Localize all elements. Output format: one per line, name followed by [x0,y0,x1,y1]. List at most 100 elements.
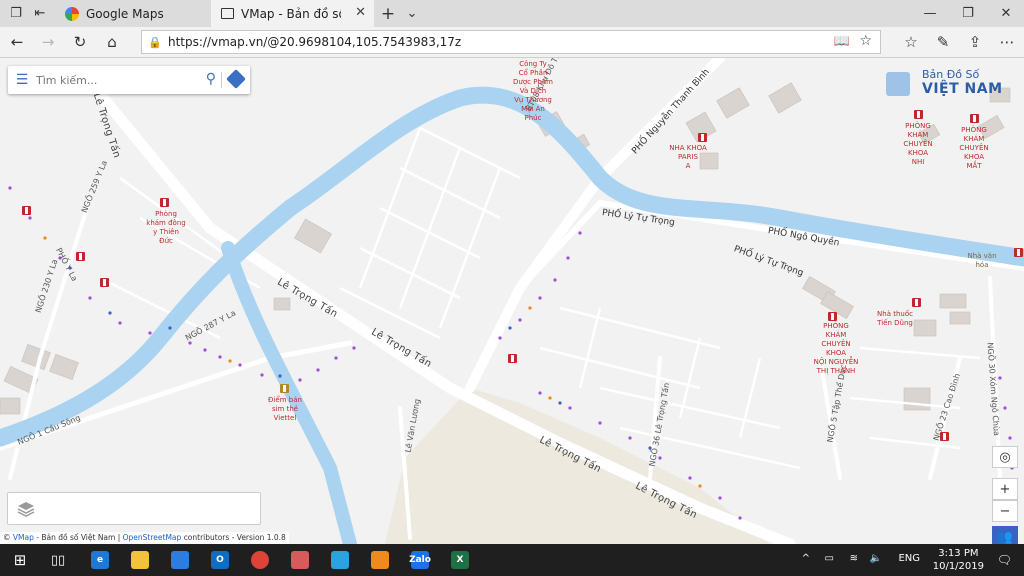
layer-switcher[interactable] [7,492,261,525]
file-explorer-icon[interactable] [128,548,152,572]
map-canvas[interactable]: Lê Trọng Tấn Lê Trọng Tấn Lê Trọng Tấn L… [0,58,1024,544]
layers-icon[interactable] [16,499,36,519]
app-orange-glyph [371,551,389,569]
menu-icon[interactable]: ☰ [8,72,36,88]
store-glyph [171,551,189,569]
poi-label[interactable]: Công Ty Cổ Phần Dược Phẩm Và Dịch Vụ Thư… [510,60,556,123]
back-icon[interactable]: ← [4,30,30,54]
poi-label[interactable]: NHA KHOA PARIS A [666,144,710,171]
reading-view-icon[interactable]: 📖 [834,34,850,49]
pen-icon[interactable]: ✎ [930,30,956,54]
vmap-link[interactable]: VMap [13,533,34,542]
store-icon[interactable] [168,548,192,572]
zalo-glyph: Zalo [409,551,431,569]
url-text: https://vmap.vn/@20.9698104,105.7543983,… [168,35,462,49]
locate-button[interactable]: ◎ [992,446,1018,468]
clinic-icon[interactable] [508,354,517,363]
clock[interactable]: 3:13 PM 10/1/2019 [933,547,984,573]
windows-taskbar: ⊞ ▯▯ e O Zalo X ^ ▭ ≋ 🔈 ENG 3:13 PM 10/1/20… [0,544,1024,576]
close-window-icon[interactable]: ✕ [988,0,1024,27]
outlook-icon[interactable]: O [208,548,232,572]
attrib-mid: - Bản đồ số Việt Nam | [36,533,121,542]
clinic-icon[interactable] [940,432,949,441]
tab-list-icon[interactable]: ⌄ [400,0,424,27]
forward-icon[interactable]: → [35,30,61,54]
refresh-icon[interactable]: ↻ [67,30,93,54]
users-icon[interactable]: 👥 [992,526,1018,544]
favorite-star-icon[interactable]: ☆ [859,33,872,49]
map-attribution: © VMap - Bản đồ số Việt Nam | OpenStreet… [0,532,289,544]
poi-label[interactable]: Điểm bán sim thẻ Viettel [262,396,308,423]
app-grid-icon[interactable] [288,548,312,572]
clinic-icon[interactable] [828,312,837,321]
poi-label[interactable]: PHÒNG KHÁM CHUYÊN KHOA NỘI NGUYỄN THỊ TH… [810,322,862,376]
tabs-aside-icon[interactable]: ⇤ [28,0,52,27]
battery-icon[interactable]: ▭ [825,553,834,564]
pharmacy-icon[interactable] [912,298,921,307]
clinic-icon[interactable] [22,206,31,215]
zoom-out-button[interactable]: − [992,500,1018,522]
restore-icon[interactable]: ❐ [950,0,986,27]
poi-label[interactable]: PHÒNG KHÁM CHUYÊN KHOA NHI [896,122,940,167]
volume-icon[interactable]: 🔈 [870,553,882,564]
share-icon[interactable]: ⇪ [962,30,988,54]
edge-icon[interactable]: e [88,548,112,572]
map-base-layer [0,58,1024,544]
excel-icon[interactable]: X [448,548,472,572]
divider [221,72,222,88]
app-orange-icon[interactable] [368,548,392,572]
clinic-icon[interactable] [1014,248,1023,257]
home-icon[interactable]: ⌂ [99,30,125,54]
vmap-logo: Bản Đồ Số VIỆT NAM [886,68,1006,102]
wifi-icon[interactable]: ≋ [850,553,858,564]
logo-line-1: Bản Đồ Số [922,68,980,81]
zalo-icon[interactable]: Zalo [408,548,432,572]
clinic-icon[interactable] [76,252,85,261]
tab-title: Google Maps [86,6,164,21]
poi-label[interactable]: Nhà thuốc Tiến Dũng [870,310,920,328]
clinic-icon[interactable] [914,110,923,119]
navigation-bar: ← → ↻ ⌂ 🔒 https://vmap.vn/@20.9698104,10… [0,27,1024,58]
app-grid-glyph [291,551,309,569]
more-icon[interactable]: ⋯ [994,30,1020,54]
clinic-icon[interactable] [100,278,109,287]
close-tab-icon[interactable]: ✕ [355,5,366,20]
chevron-up-icon[interactable]: ^ [802,553,810,564]
telegram-glyph [331,551,349,569]
clinic-icon[interactable] [970,114,979,123]
search-input[interactable] [36,73,196,87]
tab-strip: ❐ ⇤ Google Maps VMap - Bản đồ số Việt N … [0,0,1024,27]
language-indicator[interactable]: ENG [898,553,920,564]
zoom-in-button[interactable]: + [992,478,1018,500]
chrome-icon[interactable] [248,548,272,572]
attrib-suffix: contributors - Version 1.0.8 [183,533,286,542]
directions-icon[interactable] [226,69,246,89]
tab-google-maps[interactable]: Google Maps [55,0,210,27]
osm-link[interactable]: OpenStreetMap [123,533,182,542]
notifications-icon[interactable]: 🗨 [997,553,1012,567]
search-panel: ☰ ⚲ [8,66,250,94]
mail-icon[interactable] [280,384,289,393]
poi-label[interactable]: PHÒNG KHÁM CHUYÊN KHOA MẮT [952,126,996,171]
task-view-icon[interactable]: ▯▯ [46,548,70,572]
chrome-glyph [251,551,269,569]
poi-label[interactable]: Phòng khám đông y Thiên Đức [144,210,188,246]
clinic-icon[interactable] [160,198,169,207]
address-bar[interactable]: 🔒 https://vmap.vn/@20.9698104,105.754398… [141,30,881,54]
new-tab-button[interactable]: + [376,0,400,27]
file-explorer-glyph [131,551,149,569]
tab-title: VMap - Bản đồ số Việt N [241,6,341,21]
logo-map-icon [886,72,910,96]
poi-label[interactable]: Nhà văn hóa [962,252,1002,270]
map-controls: ◎ + − 👥 [992,446,1018,544]
minimize-icon[interactable]: — [912,0,948,27]
telegram-icon[interactable] [328,548,352,572]
search-icon[interactable]: ⚲ [206,71,216,87]
clock-time: 3:13 PM [938,548,979,559]
start-icon[interactable]: ⊞ [8,548,32,572]
favorites-hub-icon[interactable]: ☆ [898,30,924,54]
lock-icon[interactable]: 🔒 [142,36,168,49]
clinic-icon[interactable] [698,133,707,142]
tab-actions-icon[interactable]: ❐ [4,0,28,27]
tab-vmap[interactable]: VMap - Bản đồ số Việt N ✕ [211,0,374,27]
